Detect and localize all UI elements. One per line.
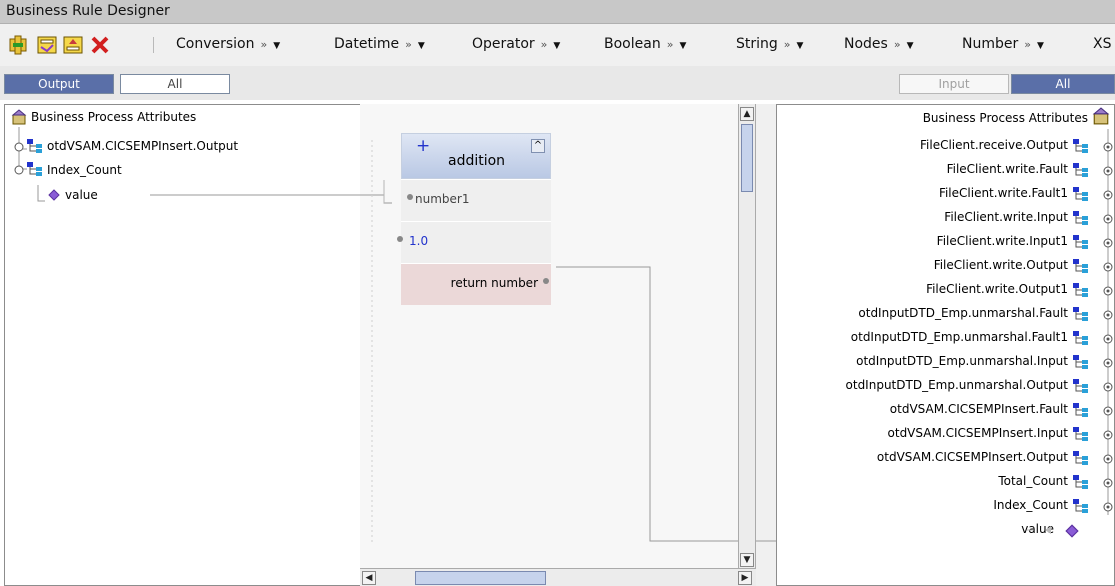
structure-node-icon (1073, 499, 1088, 513)
param-label: number1 (415, 192, 470, 206)
return-label: return number (450, 276, 538, 290)
structure-node-icon (1073, 187, 1088, 201)
expand-handle-icon (1103, 310, 1113, 320)
output-port-icon[interactable] (543, 278, 549, 284)
structure-node-icon (1073, 379, 1088, 393)
expand-handle-icon (1103, 358, 1113, 368)
horizontal-scroll-thumb[interactable] (415, 571, 546, 585)
method-name: addition (448, 153, 506, 169)
structure-node-icon (1073, 331, 1088, 345)
expand-handle-icon (1103, 454, 1113, 464)
collapse-icon[interactable]: ^ (531, 139, 545, 153)
scroll-up-icon[interactable]: ▲ (740, 107, 754, 121)
param-row[interactable]: 1.0 (397, 221, 551, 263)
expand-plus-icon[interactable]: + (416, 136, 430, 156)
structure-node-icon (1073, 139, 1088, 513)
horizontal-scrollbar[interactable]: ◀ ▶ (360, 568, 756, 586)
scroll-right-icon[interactable]: ▶ (738, 571, 752, 585)
input-port-icon[interactable] (397, 236, 403, 242)
right-tree-icons (1027, 129, 1109, 534)
expand-handle-icon (1103, 238, 1113, 248)
structure-node-icon (1073, 451, 1088, 465)
expand-handle-icon (1103, 334, 1113, 344)
expand-handle-icon (1103, 214, 1113, 224)
expand-handle-icon (1103, 190, 1113, 200)
return-row[interactable]: return number (401, 263, 551, 305)
structure-node-icon (1073, 475, 1088, 489)
expand-handle-icon[interactable] (1101, 141, 1115, 521)
structure-node-icon (1073, 427, 1088, 441)
expand-handle-icon (1103, 262, 1113, 272)
expand-handle-icon (1103, 502, 1113, 512)
vertical-scroll-thumb[interactable] (741, 124, 753, 192)
expand-handle-icon (1103, 142, 1113, 152)
expand-handle-icon (1103, 406, 1113, 416)
param-literal[interactable]: 1.0 (409, 234, 428, 248)
structure-node-icon (1073, 355, 1088, 369)
structure-node-icon (1073, 259, 1088, 273)
structure-node-icon (1073, 283, 1088, 297)
structure-node-icon (1073, 307, 1088, 321)
param-row[interactable]: number1 (401, 179, 551, 221)
scroll-down-icon[interactable]: ▼ (740, 553, 754, 567)
structure-node-icon (1073, 235, 1088, 249)
expand-handle-icon (1103, 430, 1113, 440)
method-box-header[interactable]: + addition ^ (401, 133, 551, 179)
structure-node-icon (1073, 211, 1088, 225)
expand-handle-icon (1103, 286, 1113, 296)
expand-handle-icon (1103, 478, 1113, 488)
expand-handle-icon (1103, 166, 1113, 176)
expand-handle-icon (1103, 382, 1113, 392)
input-port-icon[interactable] (407, 194, 413, 200)
structure-node-icon (1073, 139, 1088, 153)
structure-node-icon (1073, 163, 1088, 177)
scroll-left-icon[interactable]: ◀ (362, 571, 376, 585)
vertical-scrollbar[interactable]: ▲ ▼ (738, 104, 756, 586)
input-tree-panel: Business Process Attributes FileClient.r… (776, 104, 1115, 586)
value-diamond-icon (1065, 524, 1079, 538)
structure-node-icon (1073, 403, 1088, 417)
